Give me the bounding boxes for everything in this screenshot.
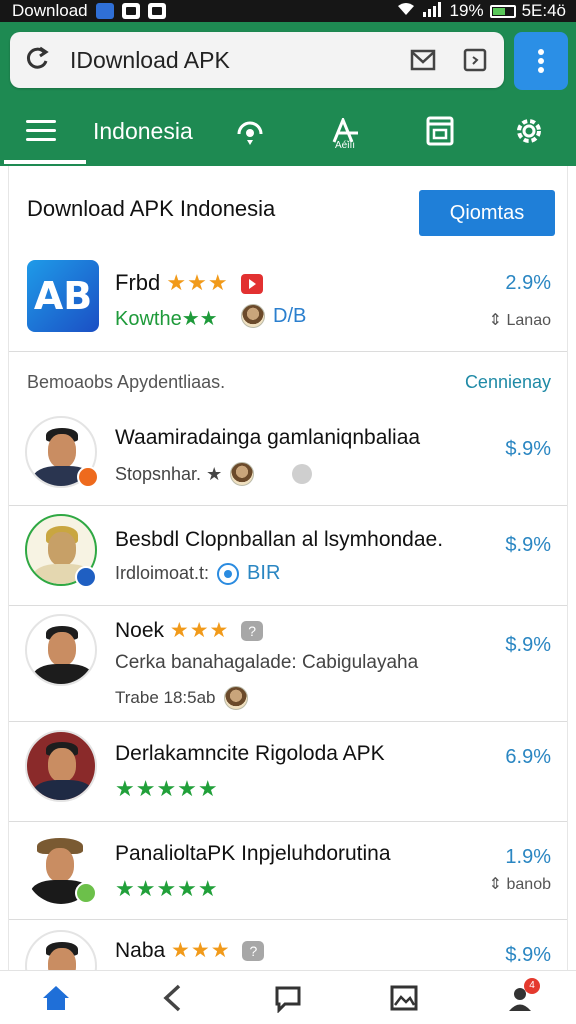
tabs-icon[interactable] [460, 45, 490, 75]
item-title: Derlakamncite Rigoloda APK [115, 742, 385, 765]
status-bar: Download 19% 5E:4ö [0, 0, 576, 22]
item-percent: $.9% [505, 634, 551, 656]
home-icon[interactable] [36, 978, 76, 1018]
settings-gear-icon[interactable] [510, 112, 548, 150]
rating-stars: ★★★ [166, 270, 229, 295]
item-subtitle: Stopsnhar. ★ [115, 462, 313, 486]
battery-icon [489, 4, 516, 18]
notification-badge: 4 [524, 977, 540, 994]
app-logo: AB [27, 260, 99, 332]
profile-icon[interactable]: 4 [500, 977, 540, 1018]
item-title-row: Naba ★★★ ? [115, 938, 265, 963]
cta-button[interactable]: Qiomtas [419, 190, 555, 236]
item-percent: 1.9% [505, 846, 551, 868]
main-content: Download APK Indonesia Qiomtas AB Frbd ★… [8, 166, 568, 970]
notification-icon [121, 3, 140, 19]
item-title: Naba [115, 939, 166, 962]
item-title: Waamiradainga gamlaniqnbaliaa [115, 426, 421, 449]
rating-stars: ★★★★★ [115, 776, 219, 801]
help-badge-icon: ? [242, 941, 265, 962]
developer-avatar [223, 686, 248, 710]
featured-app-name: Frbd [115, 270, 161, 295]
play-badge-icon [75, 882, 97, 904]
location-icon [217, 562, 240, 585]
section-label: Bemoaobs Apydentliaas. [27, 372, 226, 392]
reload-icon[interactable] [24, 44, 52, 77]
item-subtitle-text: Irdloimoat.t: [115, 563, 210, 583]
item-percent: $.9% [505, 438, 551, 460]
item-subtitle: Irdloimoat.t: BIR [115, 562, 280, 585]
wifi-icon [396, 1, 416, 22]
avatar [25, 730, 97, 802]
tab-nav: Indonesia Aéǐıı [0, 98, 576, 166]
item-title: Noek [115, 619, 165, 642]
item-percent: $.9% [505, 534, 551, 556]
tab-title[interactable]: Indonesia [93, 118, 193, 145]
download-size: ⇕ Lanao [488, 312, 551, 329]
gallery-icon[interactable] [384, 978, 424, 1018]
status-app-name: Download [12, 1, 88, 20]
list-item[interactable]: Besbdl Clopnballan al lsymhondae. Irdloi… [9, 506, 567, 606]
list-item[interactable]: Waamiradainga gamlaniqnbaliaa Stopsnhar.… [9, 410, 567, 506]
item-title-row: Noek ★★★ ? [115, 618, 264, 643]
signal-icon [422, 1, 444, 22]
url-text[interactable]: IDownload APK [70, 47, 386, 74]
overflow-menu-button[interactable] [514, 32, 568, 90]
section-header: Bemoaobs Apydentliaas. Cennienay [9, 352, 567, 410]
back-icon[interactable] [152, 978, 192, 1018]
featured-app-row[interactable]: AB Frbd ★★★ Kowthe★★ D/B 2.9% ⇕ Lanao [9, 254, 567, 352]
item-meta-text: Trabe 18:5ab [115, 688, 216, 707]
translate-label: Aéǐıı [334, 140, 355, 151]
status-time: 5E:4ö [521, 1, 566, 20]
tab-active-indicator [4, 160, 86, 164]
hamburger-menu-icon[interactable] [26, 120, 56, 144]
page-title: Download APK Indonesia [27, 196, 276, 221]
list-item[interactable]: Naba ★★★ ? $.9% [9, 920, 567, 970]
bottom-nav: 4 [0, 970, 576, 1024]
more-vert-icon [538, 49, 544, 73]
item-percent: 6.9% [505, 746, 551, 768]
status-left: Download [12, 1, 166, 21]
header-row: Download APK Indonesia Qiomtas [9, 166, 567, 254]
list-item[interactable]: Derlakamncite Rigoloda APK ★★★★★ 6.9% [9, 722, 567, 822]
gallery-icon [147, 3, 166, 19]
item-subtitle: Cerka banahagalade: Cabigulayaha [115, 652, 419, 673]
developer-name: D/B [273, 304, 307, 327]
item-meta: Trabe 18:5ab [115, 686, 248, 710]
section-link[interactable]: Cennienay [465, 372, 551, 393]
save-icon[interactable] [421, 112, 459, 150]
item-title: PanalioltaPK Inpjeluhdorutina [115, 842, 391, 865]
featured-app-developer: D/B [241, 304, 306, 328]
developer-name: BIR [247, 562, 281, 584]
item-subtitle-text: Stopsnhar. ★ [115, 463, 223, 484]
arrow-badge-icon [75, 566, 97, 588]
battery-percent: 19% [449, 1, 484, 20]
status-right: 19% 5E:4ö [396, 1, 566, 22]
list-item[interactable]: Noek ★★★ ? Cerka banahagalade: Cabigulay… [9, 606, 567, 722]
url-bar[interactable]: IDownload APK [10, 32, 504, 88]
avatar [25, 930, 97, 970]
item-percent: $.9% [505, 944, 551, 966]
featured-app-title: Frbd ★★★ [115, 270, 263, 296]
browser-bar: IDownload APK [0, 22, 576, 98]
more-dot-icon [292, 464, 313, 484]
chat-icon[interactable] [268, 978, 308, 1018]
mail-icon[interactable] [408, 45, 438, 75]
help-badge-icon: ? [241, 621, 264, 642]
item-title: Besbdl Clopnballan al lsymhondae. [115, 528, 444, 551]
avatar [25, 614, 97, 686]
rating-stars: ★★★★★ [115, 876, 219, 901]
download-size: ⇕ banob [488, 876, 551, 893]
rating-stars: ★★★ [169, 619, 230, 642]
featured-percent: 2.9% [505, 272, 551, 294]
bluetooth-icon [95, 3, 114, 19]
support-icon[interactable] [231, 112, 269, 150]
developer-avatar [241, 304, 265, 328]
play-badge-icon [77, 466, 99, 488]
developer-avatar [230, 462, 255, 486]
video-badge-icon [240, 274, 263, 295]
featured-app-subtitle: Kowthe★★ [115, 308, 218, 330]
rating-stars: ★★★ [171, 939, 231, 962]
list-item[interactable]: PanalioltaPK Inpjeluhdorutina ★★★★★ 1.9%… [9, 822, 567, 920]
